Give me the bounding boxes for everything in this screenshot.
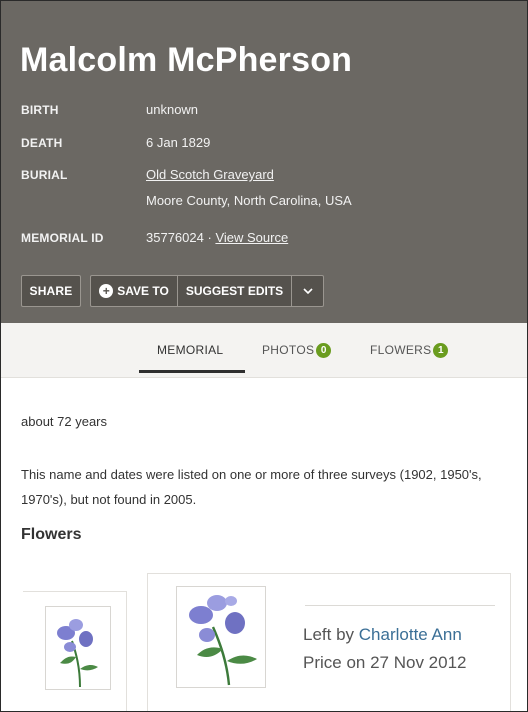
chevron-down-icon [302,288,313,294]
death-value: 6 Jan 1829 [146,135,211,150]
tab-memorial-label: MEMORIAL [157,343,224,357]
more-actions-button[interactable] [291,276,323,306]
sweet-pea-flower-icon [57,619,98,688]
flower-author-link[interactable]: Charlotte Ann [359,625,462,644]
flower-thumbnail-small [45,606,111,690]
save-to-label: SAVE TO [117,284,169,298]
birth-label: BIRTH [21,103,59,117]
tab-photos[interactable]: PHOTOS 0 [262,323,332,377]
view-source-link[interactable]: View Source [215,230,288,245]
memorial-header: Malcolm McPherson BIRTH unknown DEATH 6 … [1,1,527,323]
burial-value: Old Scotch Graveyard [146,167,274,182]
bio-line-2: 1970's), but not found in 2005. [21,492,197,507]
tab-flowers[interactable]: FLOWERS 1 [370,323,449,377]
burial-location: Moore County, North Carolina, USA [146,193,352,208]
active-tab-indicator [139,370,245,373]
flower-card-divider [305,605,495,606]
save-to-button[interactable]: + SAVE TO [91,276,177,306]
flower-thumbnail [176,586,266,688]
flower-date-line: Price on 27 Nov 2012 [303,653,467,672]
flowers-section-title: Flowers [21,526,82,543]
memorial-name: Malcolm McPherson [20,41,353,79]
bio-line-1: This name and dates were listed on one o… [21,467,482,482]
burial-label: BURIAL [21,168,68,182]
burial-place-link[interactable]: Old Scotch Graveyard [146,167,274,182]
photos-count-badge: 0 [316,342,332,358]
suggest-edits-label: SUGGEST EDITS [185,284,284,298]
death-label: DEATH [21,136,63,150]
age-text: about 72 years [21,414,108,429]
suggest-edits-button[interactable]: SUGGEST EDITS [177,276,291,306]
sweet-pea-flower-icon [189,595,257,686]
memorial-id-label: MEMORIAL ID [21,231,104,245]
flowers-count-badge: 1 [433,342,449,358]
flower-left-by: Left by Charlotte Ann Price on 27 Nov 20… [303,621,467,677]
share-button-label: SHARE [29,284,73,298]
tab-flowers-label: FLOWERS [370,343,432,357]
tab-memorial[interactable]: MEMORIAL [157,323,223,377]
left-by-prefix: Left by [303,625,355,644]
left-by-line: Left by Charlotte Ann [303,621,467,649]
birth-value: unknown [146,102,199,117]
memorial-id-number: 35776024 [146,230,204,245]
bio-text: This name and dates were listed on one o… [21,462,527,512]
memorial-page: Malcolm McPherson BIRTH unknown DEATH 6 … [0,0,528,712]
id-separator: · [207,230,212,245]
memorial-id-value: 35776024 · View Source [146,230,288,245]
memorial-tabs: MEMORIAL PHOTOS 0 FLOWERS 1 [1,323,527,378]
tab-photos-label: PHOTOS [262,343,315,357]
share-button[interactable]: SHARE [21,275,81,307]
flower-card-small[interactable] [23,591,127,711]
plus-circle-icon: + [99,284,114,298]
action-button-group: + SAVE TO SUGGEST EDITS [90,275,324,307]
